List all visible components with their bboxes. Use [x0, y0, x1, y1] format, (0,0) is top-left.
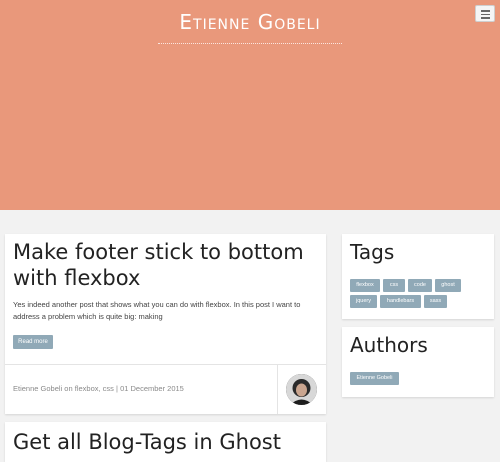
tag-chip-handlebars[interactable]: handlebars — [380, 295, 421, 308]
tag-chip-ghost[interactable]: ghost — [435, 279, 461, 292]
post-title[interactable]: Get all Blog-Tags in Ghost — [13, 429, 313, 455]
avatar-divider — [277, 365, 278, 414]
hero-header: Etienne Gobeli — [0, 0, 500, 210]
read-more-button[interactable]: Read more — [13, 335, 53, 349]
tag-chip-sass[interactable]: sass — [424, 295, 447, 308]
author-avatar[interactable] — [286, 374, 317, 405]
tags-title: Tags — [350, 240, 395, 264]
post-excerpt: Yes indeed another post that shows what … — [13, 300, 301, 321]
authors-widget: Authors Etienne Gobeli — [342, 327, 494, 397]
tags-widget: Tags flexbox css code ghost jquery handl… — [342, 234, 494, 319]
person-icon — [286, 374, 317, 405]
post-date: 01 December 2015 — [120, 384, 184, 393]
tag-chip-css[interactable]: css — [383, 279, 405, 292]
post-author-link[interactable]: Etienne Gobeli — [13, 384, 62, 393]
title-underline — [158, 43, 342, 44]
post-card: Get all Blog-Tags in Ghost — [5, 422, 326, 462]
menu-button[interactable] — [475, 5, 495, 22]
hamburger-icon-line — [481, 13, 490, 15]
post-meta: Etienne Gobeli on flexbox, css | 01 Dece… — [13, 384, 184, 393]
hamburger-icon — [481, 10, 490, 12]
tag-chip-jquery[interactable]: jquery — [350, 295, 377, 308]
tag-chip-code[interactable]: code — [408, 279, 432, 292]
post-tags-links[interactable]: flexbox, css — [75, 384, 114, 393]
site-title[interactable]: Etienne Gobeli — [0, 10, 500, 34]
post-card: Make footer stick to bottom with flexbox… — [5, 234, 326, 414]
post-title[interactable]: Make footer stick to bottom with flexbox — [13, 239, 313, 291]
post-meta-on: on — [64, 384, 73, 393]
hamburger-icon-line — [481, 17, 490, 19]
tag-chip-flexbox[interactable]: flexbox — [350, 279, 380, 292]
author-chip[interactable]: Etienne Gobeli — [350, 372, 399, 385]
post-meta-separator: | — [116, 384, 118, 393]
authors-title: Authors — [350, 333, 428, 357]
